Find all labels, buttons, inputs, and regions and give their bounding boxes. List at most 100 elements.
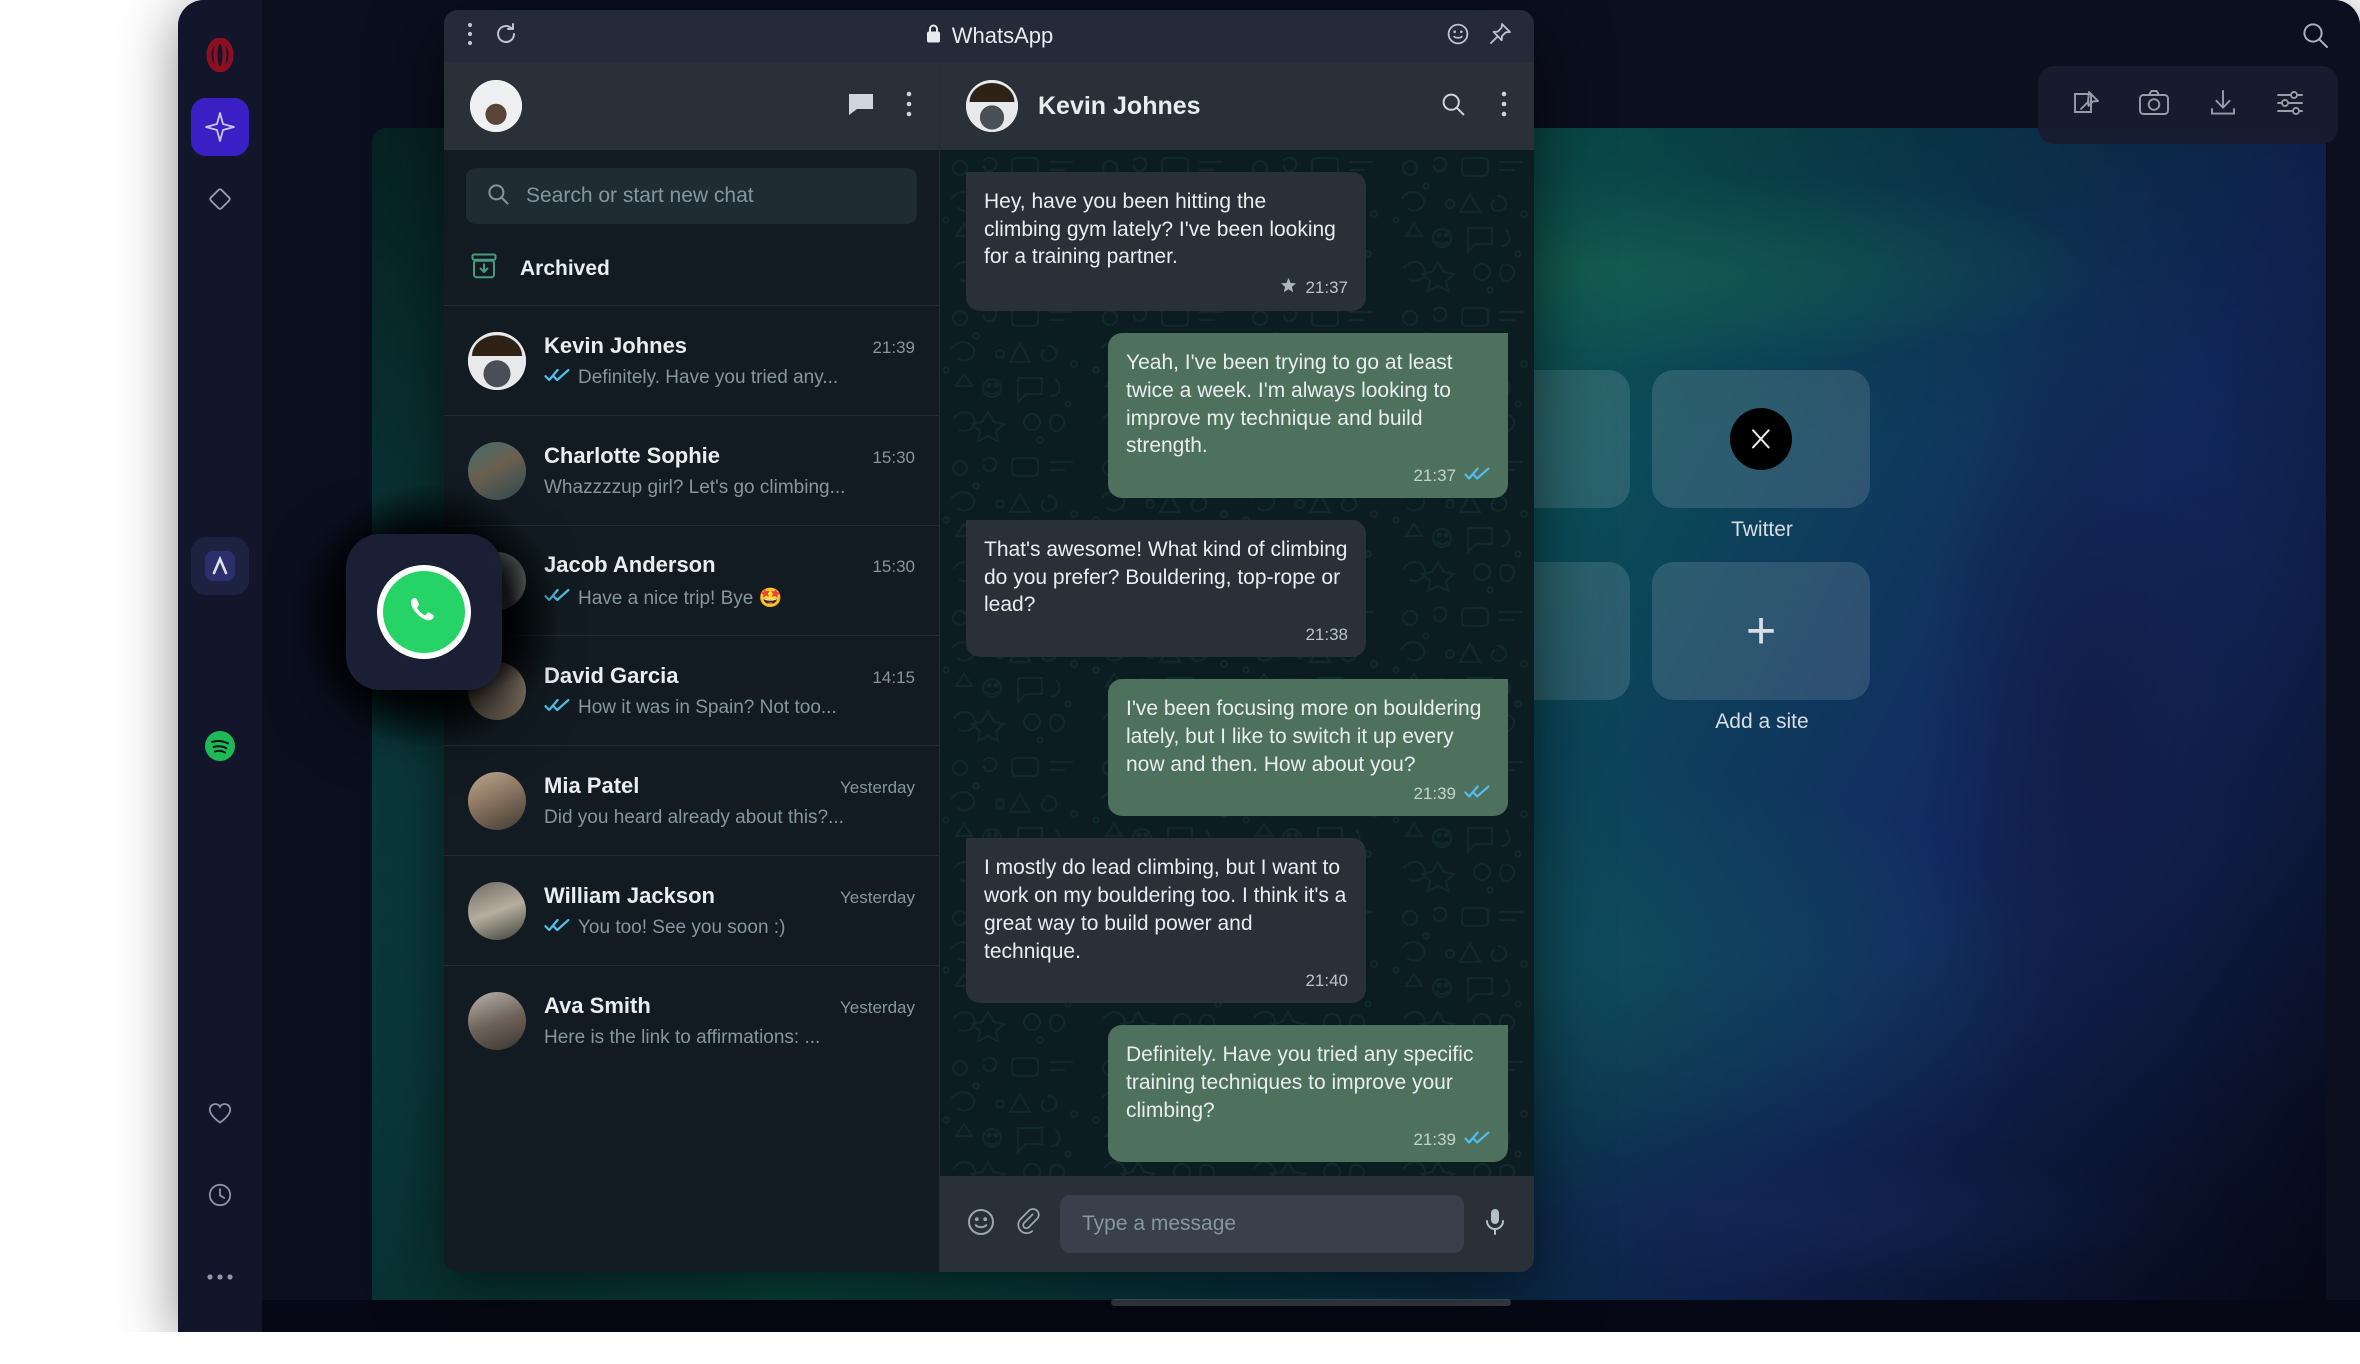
chat-contact-name: William Jackson: [544, 882, 715, 908]
sidebar-app-spotify[interactable]: [191, 717, 249, 775]
chat-timestamp: 14:15: [872, 667, 915, 687]
message-text: Hey, have you been hitting the climbing …: [984, 190, 1336, 269]
message-bubble-outgoing[interactable]: Yeah, I've been trying to go at least tw…: [1108, 333, 1508, 499]
new-chat-icon[interactable]: [847, 91, 875, 122]
message-bubble-incoming[interactable]: That's awesome! What kind of climbing do…: [966, 520, 1366, 658]
chat-contact-name: Jacob Anderson: [544, 551, 716, 577]
search-icon: [486, 182, 510, 211]
chat-snippet: You too! See you soon :): [578, 916, 786, 938]
message-meta: 21:38: [984, 625, 1348, 645]
message-input[interactable]: Type a message: [1060, 1195, 1464, 1253]
archived-label: Archived: [520, 256, 610, 280]
speed-dial-label-add-site: Add a site: [1715, 710, 1809, 733]
message-text: I mostly do lead climbing, but I want to…: [984, 856, 1347, 963]
avatar: [468, 441, 526, 500]
sidebar-item-aria-ai[interactable]: [191, 98, 249, 156]
chat-list-item[interactable]: Charlotte Sophie 15:30 Whazzzzup girl? Let…: [444, 415, 939, 525]
message-timestamp: 21:38: [1305, 625, 1348, 645]
message-text: That's awesome! What kind of climbing do…: [984, 538, 1348, 617]
read-receipt-icon: [1464, 466, 1490, 486]
kebab-menu-icon[interactable]: [905, 90, 913, 123]
avatar: [468, 991, 526, 1050]
whatsapp-popup-window: WhatsApp Search or start new chat Archiv…: [444, 10, 1534, 1272]
whatsapp-icon: [377, 565, 471, 659]
speed-dial-label-twitter: Twitter: [1731, 518, 1793, 541]
sidebar-app-whatsapp-slot[interactable]: [191, 609, 249, 679]
history-clock-icon[interactable]: [191, 1166, 249, 1224]
message-bubble-incoming[interactable]: Hey, have you been hitting the climbing …: [966, 172, 1366, 312]
message-thread[interactable]: Hey, have you been hitting the climbing …: [940, 150, 1534, 1176]
page-background-bottom: [0, 1332, 2360, 1364]
message-composer: Type a message: [940, 1176, 1534, 1272]
chat-timestamp: Yesterday: [840, 997, 915, 1017]
archive-icon: [470, 252, 498, 285]
avatar: [468, 771, 526, 830]
read-receipt-icon: [1464, 1130, 1490, 1150]
search-input[interactable]: Search or start new chat: [466, 168, 917, 224]
message-bubble-incoming[interactable]: I mostly do lead climbing, but I want to…: [966, 838, 1366, 1004]
chat-timestamp: Yesterday: [840, 777, 915, 797]
microphone-icon[interactable]: [1482, 1207, 1508, 1242]
speed-dial-tile-twitter[interactable]: [1652, 370, 1870, 508]
chat-snippet: Whazzzzup girl? Let's go climbing...: [544, 476, 846, 498]
whatsapp-conversation-panel: Kevin Johnes Hey, have you been hitting …: [940, 62, 1534, 1272]
sidebar-item-pinboard[interactable]: [191, 170, 249, 228]
conversation-header: Kevin Johnes: [940, 62, 1534, 150]
chat-contact-name: David Garcia: [544, 662, 679, 688]
read-receipt-icon: [1464, 784, 1490, 804]
more-ellipsis-icon[interactable]: [191, 1248, 249, 1306]
chat-contact-name: Kevin Johnes: [544, 332, 688, 358]
sliders-icon[interactable]: [2275, 88, 2305, 123]
browser-tab-pill[interactable]: [1111, 1299, 1511, 1306]
conversation-contact-name: Kevin Johnes: [1038, 91, 1201, 120]
avatar: [468, 881, 526, 940]
avatar[interactable]: [470, 80, 522, 132]
kebab-menu-icon[interactable]: [1500, 90, 1508, 123]
message-timestamp: 21:39: [1413, 1130, 1456, 1150]
message-timestamp: 21:40: [1305, 971, 1348, 991]
whatsapp-dock-tile[interactable]: [346, 534, 502, 690]
starred-icon: [1280, 277, 1297, 299]
message-meta: 21:39: [1126, 1130, 1490, 1150]
browser-quick-toolbar: [2038, 66, 2338, 144]
message-text: Yeah, I've been trying to go at least tw…: [1126, 351, 1453, 458]
chat-timestamp: Yesterday: [840, 887, 915, 907]
opera-logo-icon[interactable]: [191, 26, 249, 84]
speed-dial-tile-add-site[interactable]: +: [1652, 562, 1870, 700]
chat-list-item[interactable]: Kevin Johnes 21:39 Definitely. Have you tr…: [444, 305, 939, 415]
chat-contact-name: Mia Patel: [544, 772, 640, 798]
message-text: I've been focusing more on bouldering la…: [1126, 697, 1482, 776]
search-icon[interactable]: [2300, 20, 2330, 55]
chat-snippet: Here is the link to affirmations: ...: [544, 1026, 821, 1048]
search-icon[interactable]: [1440, 91, 1466, 122]
message-bubble-outgoing[interactable]: I've been focusing more on bouldering la…: [1108, 679, 1508, 817]
opera-browser-window: Twitter + Add a site WhatsApp Search or …: [178, 0, 2360, 1332]
message-timestamp: 21:37: [1413, 466, 1456, 486]
message-meta: 21:37: [1126, 466, 1490, 486]
paperclip-icon[interactable]: [1014, 1207, 1042, 1242]
chat-list-item[interactable]: William Jackson Yesterday You too! See you…: [444, 855, 939, 965]
screenshot-root: Twitter + Add a site WhatsApp Search or …: [0, 0, 2360, 1364]
chat-list-header: [444, 62, 939, 150]
sidebar-app-generic[interactable]: [191, 537, 249, 595]
camera-icon[interactable]: [2138, 88, 2170, 123]
chat-search-wrapper: Search or start new chat: [444, 150, 939, 238]
chat-list-item[interactable]: Mia Patel Yesterday Did you heard already …: [444, 745, 939, 855]
read-receipt-icon: [544, 697, 570, 718]
avatar[interactable]: [966, 80, 1018, 132]
chat-timestamp: 15:30: [872, 556, 915, 576]
chat-snippet: Have a nice trip! Bye 🤩: [578, 587, 783, 609]
message-timestamp: 21:39: [1413, 784, 1456, 804]
read-receipt-icon: [544, 917, 570, 938]
chat-timestamp: 21:39: [872, 337, 915, 357]
chat-list[interactable]: Kevin Johnes 21:39 Definitely. Have you tr…: [444, 305, 939, 1272]
message-bubble-outgoing[interactable]: Definitely. Have you tried any specific …: [1108, 1025, 1508, 1163]
archived-row[interactable]: Archived: [444, 238, 939, 305]
smiley-icon[interactable]: [966, 1207, 996, 1242]
message-meta: 21:39: [1126, 784, 1490, 804]
favorites-heart-icon[interactable]: [191, 1084, 249, 1142]
download-icon[interactable]: [2208, 88, 2238, 123]
chat-snippet: Did you heard already about this?...: [544, 806, 844, 828]
chat-list-item[interactable]: Ava Smith Yesterday Here is the link to af…: [444, 965, 939, 1075]
pin-board-icon[interactable]: [2071, 88, 2101, 123]
